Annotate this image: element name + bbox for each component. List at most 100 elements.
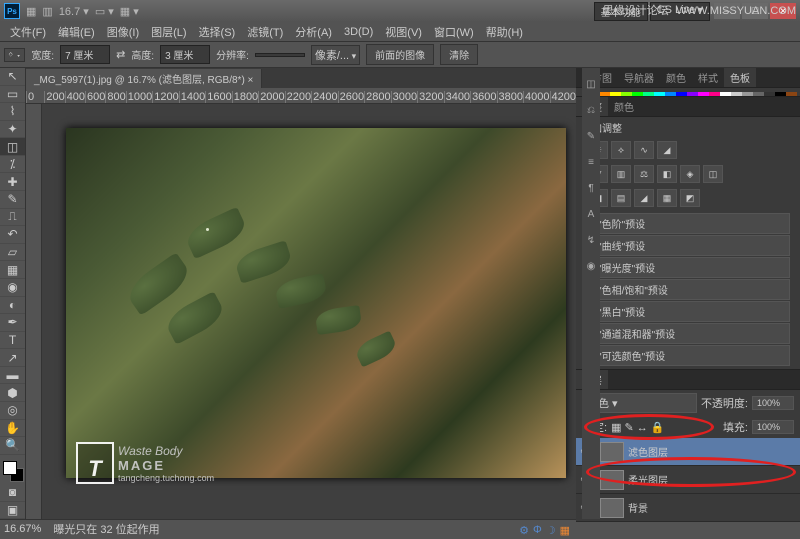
menu-filter[interactable]: 滤镜(T) [241,24,289,40]
adj-mixer-icon[interactable]: ◫ [703,165,723,183]
quickmask-tool[interactable]: ◙ [0,484,25,502]
tab-color[interactable]: 颜色 [660,68,692,87]
document-tab[interactable]: _MG_5997(1).jpg @ 16.7% (滤色图层, RGB/8*) × [26,69,262,88]
foreground-color[interactable] [3,461,17,475]
menu-edit[interactable]: 编辑(E) [52,24,101,40]
wand-tool[interactable]: ✦ [0,121,25,139]
swap-icon[interactable]: ⇄ [116,48,125,61]
type-tool[interactable]: T [0,332,25,350]
minibridge-icon[interactable]: ▥ [42,5,52,18]
layer-thumbnail[interactable] [600,442,624,462]
swatches-grid[interactable] [576,88,800,96]
brush-tool[interactable]: ✎ [0,191,25,209]
3d-tool[interactable]: ⬢ [0,384,25,402]
adj-exposure-icon[interactable]: ◢ [657,141,677,159]
menu-file[interactable]: 文件(F) [4,24,52,40]
color-picker[interactable] [0,459,25,484]
tab-styles[interactable]: 样式 [692,68,724,87]
adj-balance-icon[interactable]: ⚖ [634,165,654,183]
bridge-icon[interactable]: ▦ [26,5,36,18]
preset-item[interactable]: "色相/饱和"预设 [586,279,790,300]
preset-item[interactable]: "可选颜色"预设 [586,345,790,366]
shape-tool[interactable]: ▬ [0,367,25,385]
preset-item[interactable]: "曝光度"预设 [586,257,790,278]
menu-window[interactable]: 窗口(W) [428,24,480,40]
adj-gradient-icon[interactable]: ▦ [657,189,677,207]
adj-threshold-icon[interactable]: ◢ [634,189,654,207]
arrange-icon[interactable]: ▦ ▾ [120,5,139,18]
preset-item[interactable]: "色阶"预设 [586,213,790,234]
eraser-tool[interactable]: ▱ [0,244,25,262]
layer-row[interactable]: 👁背景 [576,494,800,522]
canvas[interactable] [66,128,566,478]
menu-help[interactable]: 帮助(H) [480,24,529,40]
panel-icon-3[interactable]: ✎ [582,124,600,148]
clear-button[interactable]: 清除 [440,44,478,65]
panel-icon-1[interactable]: ◫ [582,72,600,96]
menu-3d[interactable]: 3D(D) [338,26,379,38]
resolution-label: 分辨率: [216,47,249,62]
tray-icon-3[interactable]: ☽ [546,524,556,537]
width-label: 宽度: [31,47,54,62]
adj-posterize-icon[interactable]: ▤ [611,189,631,207]
healing-tool[interactable]: ✚ [0,173,25,191]
height-field[interactable]: 3 厘米 [160,45,210,64]
adj-selective-icon[interactable]: ◩ [680,189,700,207]
menu-layer[interactable]: 图层(L) [145,24,192,40]
panel-icon-8[interactable]: ◉ [582,254,600,278]
menu-image[interactable]: 图像(I) [101,24,145,40]
panel-icon-2[interactable]: ⎌ [582,98,600,122]
menu-analysis[interactable]: 分析(A) [289,24,338,40]
screenmode-tool[interactable]: ▣ [0,502,25,520]
adj-bw-icon[interactable]: ◧ [657,165,677,183]
path-tool[interactable]: ↗ [0,349,25,367]
tab-swatches[interactable]: 色板 [724,68,756,87]
resolution-field[interactable] [255,53,305,57]
adj-curves-icon[interactable]: ∿ [634,141,654,159]
tab-navigator[interactable]: 导航器 [618,68,660,87]
panel-icon-4[interactable]: ≡ [582,150,600,174]
tray-icon-4[interactable]: ▦ [560,524,570,537]
adj-levels-icon[interactable]: ⟡ [611,141,631,159]
dodge-tool[interactable]: ◐ [0,297,25,315]
eyedropper-tool[interactable]: ⁒ [0,156,25,174]
panel-icon-6[interactable]: A [582,202,600,226]
fill-field[interactable]: 100% [752,420,794,434]
menu-select[interactable]: 选择(S) [193,24,242,40]
image-content [66,128,566,478]
tray-icon-2[interactable]: Φ [533,524,542,537]
adj-hue-icon[interactable]: ▥ [611,165,631,183]
move-tool[interactable]: ↖ [0,68,25,86]
resolution-unit[interactable]: 像素/... ▾ [311,45,360,65]
stamp-tool[interactable]: ⎍ [0,209,25,227]
tools-panel: ↖ ▭ ⌇ ✦ ◫ ⁒ ✚ ✎ ⎍ ↶ ▱ ▦ ◉ ◐ ✒ T ↗ ▬ ⬢ ◎ … [0,68,26,519]
preset-item[interactable]: "曲线"预设 [586,235,790,256]
zoom-tool[interactable]: 🔍 [0,437,25,455]
lasso-tool[interactable]: ⌇ [0,103,25,121]
history-brush-tool[interactable]: ↶ [0,226,25,244]
forum-watermark: 思缘设计论坛 [603,5,669,17]
view-icon[interactable]: ▭ ▾ [95,5,114,18]
preset-item[interactable]: "通道混和器"预设 [586,323,790,344]
zoom-level[interactable]: 16.7 ▾ [59,5,89,18]
gradient-tool[interactable]: ▦ [0,261,25,279]
panel-icon-7[interactable]: ↯ [582,228,600,252]
adj-photo-icon[interactable]: ◈ [680,165,700,183]
layer-thumbnail[interactable] [600,498,624,518]
front-image-button[interactable]: 前面的图像 [366,44,434,65]
opacity-field[interactable]: 100% [752,396,794,410]
preset-item[interactable]: "黑白"预设 [586,301,790,322]
panel-icon-5[interactable]: ¶ [582,176,600,200]
blur-tool[interactable]: ◉ [0,279,25,297]
width-field[interactable]: 7 厘米 [60,45,110,64]
tray-icon-1[interactable]: ⚙ [519,524,529,537]
hand-tool[interactable]: ✋ [0,420,25,438]
pen-tool[interactable]: ✒ [0,314,25,332]
tab-masks[interactable]: 颜色 [608,97,640,116]
status-zoom[interactable]: 16.67% [4,523,41,535]
marquee-tool[interactable]: ▭ [0,86,25,104]
3d-camera-tool[interactable]: ◎ [0,402,25,420]
tool-preset[interactable]: ᛜ ▾ [4,48,25,62]
menu-view[interactable]: 视图(V) [379,24,428,40]
crop-tool[interactable]: ◫ [0,138,25,156]
